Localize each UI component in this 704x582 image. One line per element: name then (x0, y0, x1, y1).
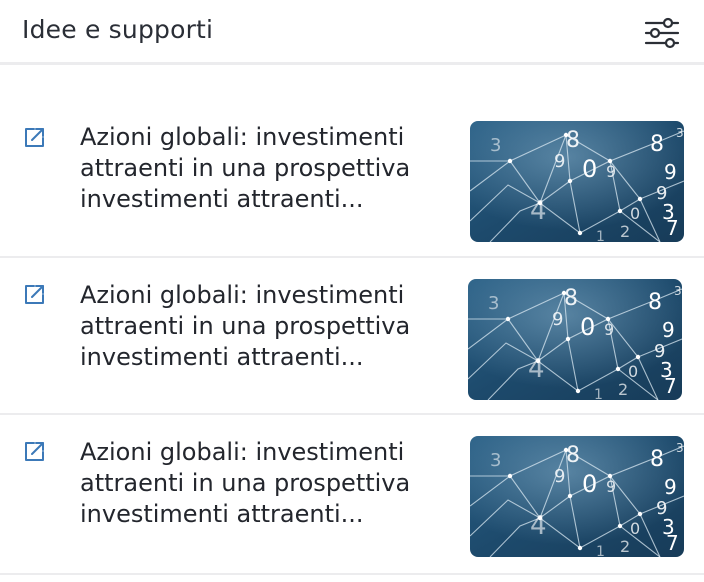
list-item[interactable]: Azioni globali: investimenti attraenti i… (0, 258, 704, 412)
network-numbers-image (470, 121, 684, 242)
item-title-line: attraenti in una prospettiva (80, 469, 411, 497)
item-title-line: Azioni globali: investimenti (80, 123, 405, 151)
item-title: Azioni globali: investimenti attraenti i… (80, 437, 440, 530)
sliders-filter-icon (644, 17, 680, 49)
item-title: Azioni globali: investimenti attraenti i… (80, 122, 440, 215)
divider (0, 573, 704, 575)
item-title-line: attraenti in una prospettiva (80, 154, 411, 182)
page-title: Idee e supporti (22, 15, 214, 44)
external-link-icon (22, 440, 46, 464)
item-title-line: Azioni globali: investimenti (80, 281, 405, 309)
item-title: Azioni globali: investimenti attraenti i… (80, 280, 440, 373)
item-title-line: Azioni globali: investimenti (80, 438, 405, 466)
header-bar: Idee e supporti (0, 0, 704, 65)
item-title-line: investimenti attraenti... (80, 500, 364, 528)
list-item[interactable]: Azioni globali: investimenti attraenti i… (0, 110, 704, 256)
item-title-line: attraenti in una prospettiva (80, 312, 411, 340)
item-title-line: investimenti attraenti... (80, 185, 364, 213)
item-title-line: investimenti attraenti... (80, 343, 364, 371)
external-link-icon (22, 283, 46, 307)
network-numbers-image (468, 279, 682, 400)
filter-button[interactable] (640, 14, 684, 52)
external-link-icon (22, 126, 46, 150)
network-numbers-image (470, 436, 684, 557)
list-item[interactable]: Azioni globali: investimenti attraenti i… (0, 415, 704, 573)
